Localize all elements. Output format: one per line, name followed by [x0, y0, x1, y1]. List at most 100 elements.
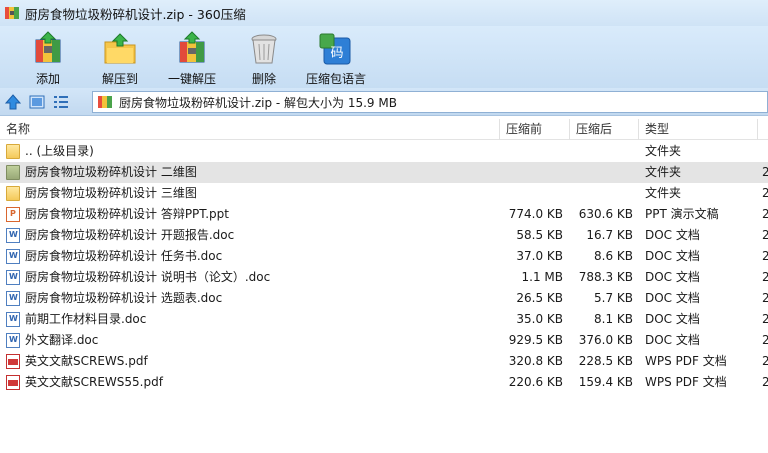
table-row[interactable]: 厨房食物垃圾粉碎机设计 任务书.doc 37.0 KB 8.6 KB DOC 文…: [0, 246, 768, 267]
table-row[interactable]: 厨房食物垃圾粉碎机设计 开题报告.doc 58.5 KB 16.7 KB DOC…: [0, 225, 768, 246]
file-extra: 2: [762, 228, 768, 242]
trash-icon: [251, 34, 277, 64]
add-button-label: 添加: [35, 72, 60, 86]
file-type: DOC 文档: [645, 333, 700, 347]
pdf-file-icon: [6, 354, 20, 369]
doc-file-icon: [6, 270, 20, 285]
extract-to-button-label: 解压到: [101, 72, 138, 86]
file-packed-size: 929.5 KB: [508, 333, 563, 347]
file-type: DOC 文档: [645, 249, 700, 263]
file-name: 外文翻译.doc: [25, 333, 99, 347]
table-row[interactable]: 厨房食物垃圾粉碎机设计 答辩PPT.ppt 774.0 KB 630.6 KB …: [0, 204, 768, 225]
table-row[interactable]: 厨房食物垃圾粉碎机设计 二维图 文件夹 2: [0, 162, 768, 183]
file-name: 厨房食物垃圾粉碎机设计 答辩PPT.ppt: [25, 207, 229, 221]
table-row[interactable]: 厨房食物垃圾粉碎机设计 三维图 文件夹 2: [0, 183, 768, 204]
file-type: WPS PDF 文档: [645, 354, 727, 368]
file-type: DOC 文档: [645, 228, 700, 242]
file-type: 文件夹: [645, 144, 682, 158]
thumbnail-view-button[interactable]: [26, 91, 48, 113]
window-title: 厨房食物垃圾粉碎机设计.zip - 360压缩: [25, 6, 246, 22]
title-bar: 厨房食物垃圾粉碎机设计.zip - 360压缩: [0, 0, 768, 26]
file-list: .. (上级目录) 文件夹 厨房食物垃圾粉碎机设计 二维图 文件夹 2 厨房食物…: [0, 141, 768, 453]
file-extra: 2: [762, 207, 768, 221]
table-row[interactable]: 外文翻译.doc 929.5 KB 376.0 KB DOC 文档 2: [0, 330, 768, 351]
file-packed-size: 58.5 KB: [516, 228, 563, 242]
column-type[interactable]: 类型: [639, 119, 758, 140]
file-name: 厨房食物垃圾粉碎机设计 选题表.doc: [25, 291, 223, 305]
file-orig-size: 630.6 KB: [578, 207, 633, 221]
thumbnail-view-icon: [29, 95, 45, 108]
one-click-extract-button-label: 一键解压: [167, 72, 216, 86]
file-type: DOC 文档: [645, 291, 700, 305]
file-extra: 2: [762, 249, 768, 263]
file-orig-size: 376.0 KB: [578, 333, 633, 347]
file-orig-size: 5.7 KB: [594, 291, 633, 305]
table-row[interactable]: .. (上级目录) 文件夹: [0, 141, 768, 162]
one-click-extract-icon: [179, 31, 205, 63]
add-button[interactable]: 添加: [12, 26, 84, 88]
file-name: 厨房食物垃圾粉碎机设计 开题报告.doc: [25, 228, 235, 242]
file-packed-size: 1.1 MB: [521, 270, 563, 284]
column-more[interactable]: [758, 119, 768, 140]
extract-to-icon: [104, 33, 136, 64]
path-text: 厨房食物垃圾粉碎机设计.zip - 解包大小为 15.9 MB: [119, 95, 397, 110]
file-type: WPS PDF 文档: [645, 375, 727, 389]
file-packed-size: 35.0 KB: [516, 312, 563, 326]
extract-to-button[interactable]: 解压到: [84, 26, 156, 88]
column-header: 名称 压缩前 压缩后 类型: [0, 119, 768, 140]
file-type: 文件夹: [645, 186, 682, 200]
folder-icon: [6, 165, 20, 180]
list-view-button[interactable]: [50, 91, 72, 113]
doc-file-icon: [6, 249, 20, 264]
file-packed-size: 220.6 KB: [508, 375, 563, 389]
doc-file-icon: [6, 312, 20, 327]
file-name: .. (上级目录): [25, 144, 94, 158]
archive-app-icon: [5, 7, 19, 19]
file-extra: 2: [762, 375, 768, 389]
up-level-button[interactable]: [2, 91, 24, 113]
column-packed[interactable]: 压缩前: [500, 119, 570, 140]
file-name: 厨房食物垃圾粉碎机设计 二维图: [25, 165, 197, 179]
one-click-extract-button[interactable]: 一键解压: [156, 26, 228, 88]
table-row[interactable]: 前期工作材料目录.doc 35.0 KB 8.1 KB DOC 文档 2: [0, 309, 768, 330]
archive-language-button-label: 压缩包语言: [305, 72, 366, 86]
file-orig-size: 228.5 KB: [578, 354, 633, 368]
folder-icon: [6, 186, 20, 201]
delete-button[interactable]: 删除: [228, 26, 300, 88]
ppt-file-icon: [6, 207, 20, 222]
table-row[interactable]: 厨房食物垃圾粉碎机设计 说明书（论文）.doc 1.1 MB 788.3 KB …: [0, 267, 768, 288]
file-extra: 2: [762, 165, 768, 179]
file-type: DOC 文档: [645, 270, 700, 284]
file-orig-size: 8.6 KB: [594, 249, 633, 263]
file-orig-size: 159.4 KB: [578, 375, 633, 389]
file-type: DOC 文档: [645, 312, 700, 326]
file-orig-size: 788.3 KB: [578, 270, 633, 284]
pdf-file-icon: [6, 375, 20, 390]
table-row[interactable]: 厨房食物垃圾粉碎机设计 选题表.doc 26.5 KB 5.7 KB DOC 文…: [0, 288, 768, 309]
file-extra: 2: [762, 333, 768, 347]
file-orig-size: 16.7 KB: [586, 228, 633, 242]
file-type: 文件夹: [645, 165, 682, 179]
doc-file-icon: [6, 228, 20, 243]
table-row[interactable]: 英文文献SCREWS.pdf 320.8 KB 228.5 KB WPS PDF…: [0, 351, 768, 372]
file-name: 厨房食物垃圾粉碎机设计 三维图: [25, 186, 197, 200]
file-type: PPT 演示文稿: [645, 207, 719, 221]
svg-text:码: 码: [330, 46, 343, 61]
doc-file-icon: [6, 333, 20, 348]
file-extra: 2: [762, 312, 768, 326]
file-extra: 2: [762, 186, 768, 200]
file-extra: 2: [762, 291, 768, 305]
table-row[interactable]: 英文文献SCREWS55.pdf 220.6 KB 159.4 KB WPS P…: [0, 372, 768, 393]
up-arrow-icon: [4, 93, 22, 109]
column-orig[interactable]: 压缩后: [570, 119, 639, 140]
file-name: 前期工作材料目录.doc: [25, 312, 147, 326]
main-toolbar: 添加 解压到 一键解压 删除 码 压缩包语言: [0, 26, 768, 88]
file-packed-size: 774.0 KB: [508, 207, 563, 221]
add-archive-icon: [35, 31, 61, 63]
archive-language-icon: 码: [319, 33, 351, 65]
delete-button-label: 删除: [251, 72, 276, 86]
file-packed-size: 26.5 KB: [516, 291, 563, 305]
column-name[interactable]: 名称: [0, 119, 500, 140]
path-field[interactable]: 厨房食物垃圾粉碎机设计.zip - 解包大小为 15.9 MB: [92, 91, 768, 113]
archive-language-button[interactable]: 码 压缩包语言: [300, 26, 372, 88]
